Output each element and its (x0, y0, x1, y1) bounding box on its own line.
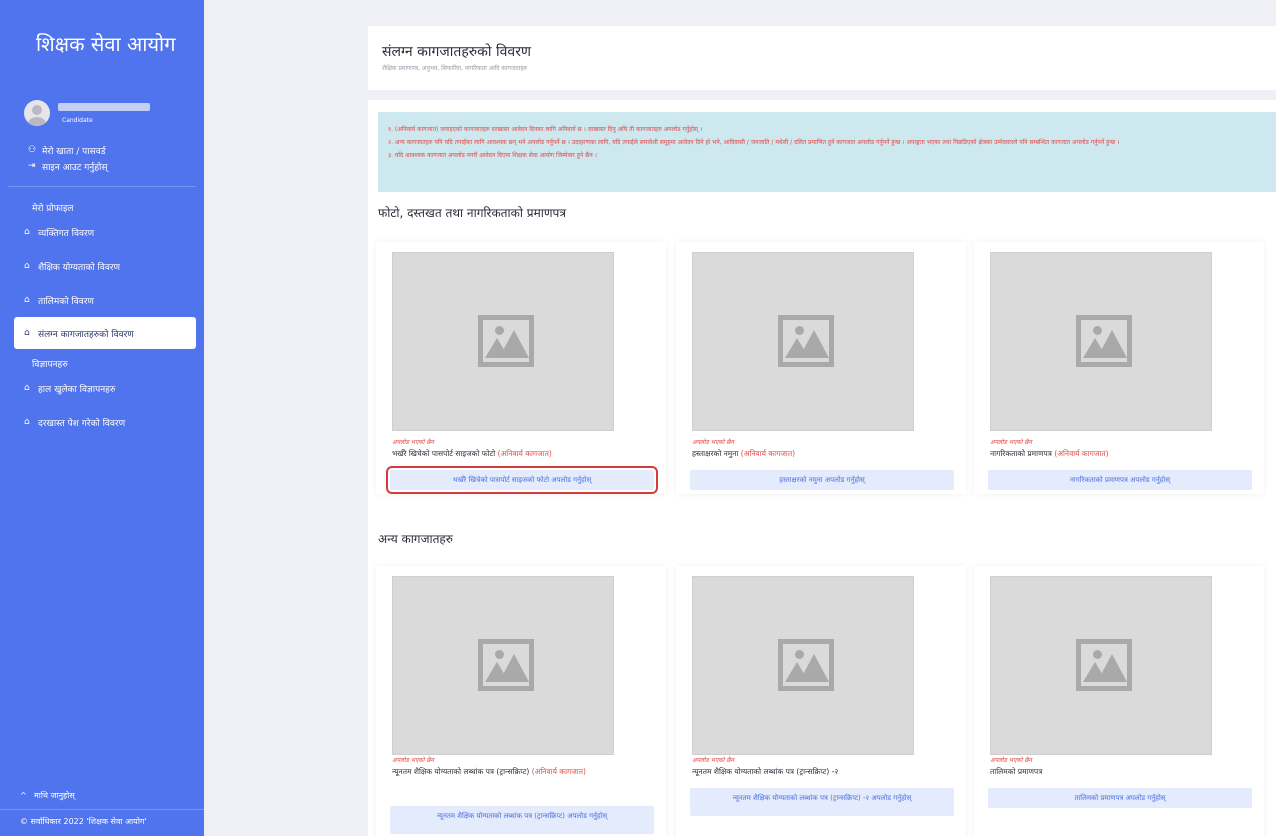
upload-photo-button[interactable]: भर्खरै खिचेको पासपोर्ट साइजको फोटो अपलोड… (386, 466, 658, 494)
image-placeholder[interactable] (392, 576, 614, 755)
image-icon (478, 639, 534, 691)
home-icon: ⌂ (24, 328, 30, 338)
doc-card-signature: अपलोड भएको छैन हस्ताक्षरको नमुना (अनिवार… (676, 242, 966, 494)
sidebar-item-education[interactable]: ⌂ शैक्षिक योग्यताको विवरण (0, 249, 204, 283)
doc-name: भर्खरै खिचेको पासपोर्ट साइजको फोटो (अनिव… (392, 449, 552, 458)
required-tag: (अनिवार्य कागजात) (497, 449, 552, 458)
home-icon: ⌂ (24, 227, 30, 237)
home-icon: ⌂ (24, 261, 30, 271)
photo-docs-row: अपलोड भएको छैन भर्खरै खिचेको पासपोर्ट सा… (376, 238, 1274, 498)
upload-status: अपलोड भएको छैन (392, 439, 434, 446)
sidebar-item-label: हाल खुलेका विज्ञापनहरु (38, 384, 116, 395)
doc-card-citizenship: अपलोड भएको छैन नागरिकताको प्रमाणपत्र (अन… (974, 242, 1264, 494)
sidebar-item-training[interactable]: ⌂ तालिमको विवरण (0, 283, 204, 317)
sidebar-item-applications[interactable]: ⌂ दरखास्त पेश गरेको विवरण (0, 405, 204, 439)
app-shell: शिक्षक सेवा आयोग Candidate ⚇ मेरो खाता /… (0, 0, 1276, 836)
footer-divider (0, 809, 204, 810)
notice-line: १. (अनिवार्य कागजात) जनाइएको कागजातहरु द… (388, 126, 703, 133)
sidebar-item-personal[interactable]: ⌂ व्यक्तिगत विवरण (0, 215, 204, 249)
upload-transcript-2-button[interactable]: न्यूनतम शैक्षिक योग्यताको लब्धांक पत्र (… (690, 788, 954, 816)
avatar (24, 100, 50, 126)
main-area: संलग्न कागजातहरुको विवरण शैक्षिक प्रमाणप… (204, 0, 1276, 836)
required-tag: (अनिवार्य कागजात) (1054, 449, 1109, 458)
notice-line: ३. यदि आवश्यक कागजात अपलोड नगरी आवेदन दि… (388, 152, 597, 159)
other-docs-row: अपलोड भएको छैन न्यूनतम शैक्षिक योग्यताको… (376, 562, 1274, 836)
image-icon (478, 315, 534, 367)
upload-status: अपलोड भएको छैन (990, 439, 1032, 446)
image-icon (1076, 315, 1132, 367)
scroll-top-label: माथि जानुहोस् (34, 790, 75, 800)
required-tag: (अनिवार्य कागजात) (531, 767, 586, 776)
image-placeholder[interactable] (990, 252, 1212, 431)
home-icon: ⌂ (24, 417, 30, 427)
sidebar-item-label: शैक्षिक योग्यताको विवरण (38, 262, 121, 273)
sidebar-footer: ^ माथि जानुहोस् © सर्वाधिकार 2022 'शिक्ष… (0, 787, 204, 836)
user-role: Candidate (62, 116, 93, 124)
sidebar-item-open-ads[interactable]: ⌂ हाल खुलेका विज्ञापनहरु (0, 371, 204, 405)
doc-card-photo: अपलोड भएको छैन भर्खरै खिचेको पासपोर्ट सा… (376, 242, 666, 494)
sidebar-item-label: व्यक्तिगत विवरण (38, 228, 95, 239)
image-icon (778, 315, 834, 367)
image-icon (1076, 639, 1132, 691)
notice-box: १. (अनिवार्य कागजात) जनाइएको कागजातहरु द… (378, 112, 1276, 192)
user-name-redacted (58, 102, 150, 111)
sidebar-item-label: संलग्न कागजातहरुको विवरण (38, 329, 134, 340)
image-placeholder[interactable] (990, 576, 1212, 755)
doc-name: हस्ताक्षरको नमुना (अनिवार्य कागजात) (692, 449, 796, 458)
upload-citizenship-button[interactable]: नागरिकताको प्रमाणपत्र अपलोड गर्नुहोस् (988, 470, 1252, 490)
doc-card-transcript-2: अपलोड भएको छैन न्यूनतम शैक्षिक योग्यताको… (676, 566, 966, 836)
upload-transcript-button[interactable]: न्यूनतम शैक्षिक योग्यताको लब्धांक पत्र (… (390, 806, 654, 834)
image-icon (778, 639, 834, 691)
user-panel: Candidate (0, 92, 204, 126)
upload-status: अपलोड भएको छैन (692, 439, 734, 446)
notice-line: २. अन्य कागजातहरु पनि यदि तपाईंका लागि आ… (388, 139, 1120, 146)
sidebar-divider (8, 186, 196, 187)
my-account-link[interactable]: ⚇ मेरो खाता / पासवर्ड (0, 142, 204, 158)
upload-signature-button[interactable]: हस्ताक्षरको नमुना अपलोड गर्नुहोस् (690, 470, 954, 490)
home-icon: ⌂ (24, 295, 30, 305)
chevron-up-icon: ^ (20, 790, 27, 800)
my-account-label: मेरो खाता / पासवर्ड (42, 146, 106, 157)
user-icon: ⚇ (28, 145, 37, 155)
doc-card-transcript: अपलोड भएको छैन न्यूनतम शैक्षिक योग्यताको… (376, 566, 666, 836)
doc-name: न्यूनतम शैक्षिक योग्यताको लब्धांक पत्र (… (692, 767, 839, 776)
image-placeholder[interactable] (692, 576, 914, 755)
user-meta: Candidate (58, 102, 150, 124)
section-title-photos: फोटो, दस्तखत तथा नागरिकताको प्रमाणपत्र (378, 206, 566, 220)
scroll-top-link[interactable]: ^ माथि जानुहोस् (0, 787, 204, 803)
image-placeholder[interactable] (692, 252, 914, 431)
sidebar-item-label: तालिमको विवरण (38, 296, 94, 307)
page-header: संलग्न कागजातहरुको विवरण शैक्षिक प्रमाणप… (368, 26, 1276, 90)
upload-status: अपलोड भएको छैन (692, 757, 734, 764)
sign-out-label: साइन आउट गर्नुहोस् (42, 162, 108, 173)
group-label-profile: मेरो प्रोफाइल (32, 204, 74, 214)
upload-status: अपलोड भएको छैन (392, 757, 434, 764)
page-subtitle: शैक्षिक प्रमाणपत्र, अनुभव, सिफारिस, नागर… (382, 65, 528, 72)
doc-name: न्यूनतम शैक्षिक योग्यताको लब्धांक पत्र (… (392, 767, 586, 776)
group-label-ads: विज्ञापनहरु (32, 360, 68, 370)
doc-card-training: अपलोड भएको छैन तालिमको प्रमाणपत्र तालिमक… (974, 566, 1264, 836)
sign-out-link[interactable]: ⇥ साइन आउट गर्नुहोस् (0, 158, 204, 174)
upload-status: अपलोड भएको छैन (990, 757, 1032, 764)
documents-panel: १. (अनिवार्य कागजात) जनाइएको कागजातहरु द… (368, 100, 1276, 836)
brand-title[interactable]: शिक्षक सेवा आयोग (0, 0, 204, 92)
sidebar-item-documents[interactable]: ⌂ संलग्न कागजातहरुको विवरण (14, 317, 196, 349)
doc-name: नागरिकताको प्रमाणपत्र (अनिवार्य कागजात) (990, 449, 1109, 458)
sidebar: शिक्षक सेवा आयोग Candidate ⚇ मेरो खाता /… (0, 0, 204, 836)
upload-training-button[interactable]: तालिमको प्रमाणपत्र अपलोड गर्नुहोस् (988, 788, 1252, 808)
copyright: © सर्वाधिकार 2022 'शिक्षक सेवा आयोग' (20, 817, 147, 826)
page-title: संलग्न कागजातहरुको विवरण (382, 44, 532, 60)
sidebar-item-label: दरखास्त पेश गरेको विवरण (38, 418, 126, 429)
home-icon: ⌂ (24, 383, 30, 393)
required-tag: (अनिवार्य कागजात) (740, 449, 796, 458)
image-placeholder[interactable] (392, 252, 614, 431)
section-title-other: अन्य कागजातहरु (378, 532, 453, 546)
doc-name: तालिमको प्रमाणपत्र (990, 767, 1043, 776)
logout-icon: ⇥ (28, 161, 36, 171)
